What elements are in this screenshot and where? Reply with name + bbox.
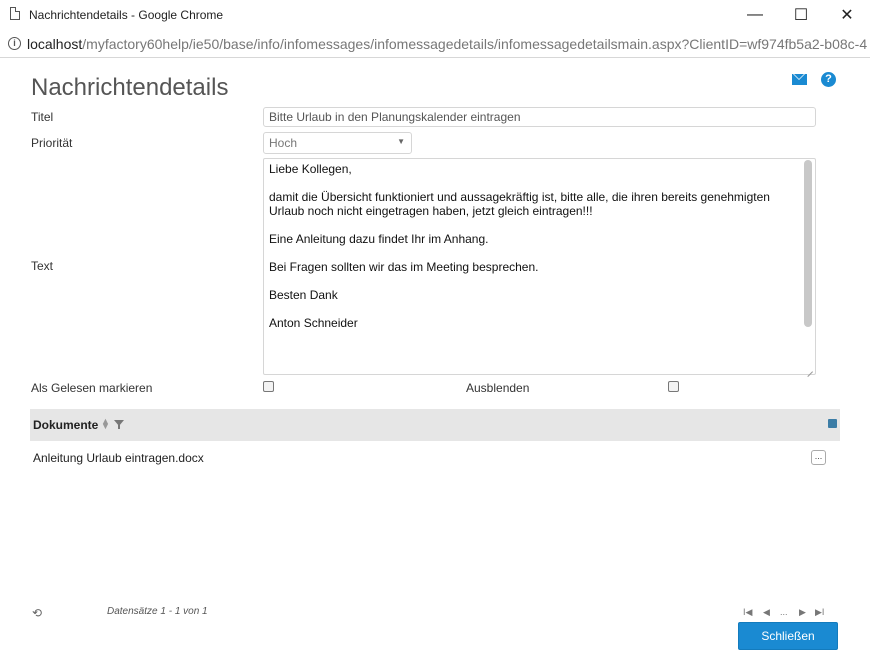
resize-handle-icon[interactable]	[805, 364, 814, 373]
mark-read-label: Als Gelesen markieren	[31, 381, 153, 395]
message-paragraph: Anton Schneider	[269, 316, 358, 330]
row-menu-button[interactable]: ...	[811, 450, 826, 465]
vertical-scrollbar[interactable]	[802, 160, 814, 327]
address-bar[interactable]: i localhost/myfactory60help/ie50/base/in…	[0, 30, 870, 58]
document-row[interactable]: Anleitung Urlaub eintragen.docx	[33, 451, 204, 465]
text-label: Text	[31, 259, 54, 273]
pager-next-icon[interactable]: ▶	[799, 607, 806, 618]
message-paragraph: damit die Übersicht funktioniert und aus…	[269, 190, 770, 218]
message-paragraph: Liebe Kollegen,	[269, 162, 352, 176]
filter-icon[interactable]	[114, 420, 124, 429]
page-title: Nachrichtendetails	[31, 74, 229, 101]
priority-value: Hoch	[269, 136, 298, 150]
pager-prev-icon[interactable]: ◀	[763, 607, 770, 618]
url-host: localhost	[27, 36, 83, 52]
sort-icon[interactable]: ▲ ▼	[101, 417, 110, 431]
close-window-button[interactable]: ✕	[824, 0, 870, 30]
close-button[interactable]: Schließen	[738, 622, 838, 650]
priority-label: Priorität	[31, 136, 73, 150]
message-text-area[interactable]: Liebe Kollegen, damit die Übersicht funk…	[263, 158, 816, 375]
url-text[interactable]: localhost/myfactory60help/ie50/base/info…	[27, 36, 870, 52]
documents-column-header[interactable]: Dokumente	[33, 418, 98, 432]
help-icon[interactable]: ?	[821, 72, 836, 87]
hide-checkbox[interactable]	[668, 381, 679, 392]
hide-label: Ausblenden	[466, 381, 530, 395]
message-text: Liebe Kollegen, damit die Übersicht funk…	[269, 162, 797, 344]
mail-icon[interactable]	[792, 74, 807, 85]
window-titlebar: Nachrichtendetails - Google Chrome — ☐ ✕	[0, 0, 870, 30]
maximize-button[interactable]: ☐	[778, 0, 824, 30]
refresh-icon[interactable]: ⟲	[32, 606, 42, 620]
message-paragraph: Besten Dank	[269, 288, 338, 302]
scrollbar-thumb[interactable]	[804, 160, 812, 327]
document-icon	[10, 7, 20, 20]
records-count: Datensätze 1 - 1 von 1	[107, 606, 208, 617]
message-paragraph: Eine Anleitung dazu findet Ihr im Anhang…	[269, 232, 489, 246]
pager-first-icon[interactable]: I◀	[743, 607, 752, 618]
title-label: Titel	[31, 110, 54, 124]
documents-grid-header: Dokumente ▲ ▼	[30, 409, 840, 441]
window-title: Nachrichtendetails - Google Chrome	[29, 8, 224, 22]
priority-select[interactable]: Hoch ▼	[263, 132, 412, 154]
title-field[interactable]	[263, 107, 816, 127]
mark-read-checkbox[interactable]	[263, 381, 274, 392]
export-icon[interactable]	[828, 419, 837, 428]
minimize-button[interactable]: —	[732, 0, 778, 30]
url-path: /myfactory60help/ie50/base/info/infomess…	[82, 36, 868, 52]
message-paragraph: Bei Fragen sollten wir das im Meeting be…	[269, 260, 539, 274]
chevron-down-icon: ▼	[397, 137, 405, 146]
info-icon[interactable]: i	[8, 37, 21, 50]
pager-ellipsis: ...	[780, 607, 788, 617]
pager-last-icon[interactable]: ▶I	[815, 607, 824, 618]
